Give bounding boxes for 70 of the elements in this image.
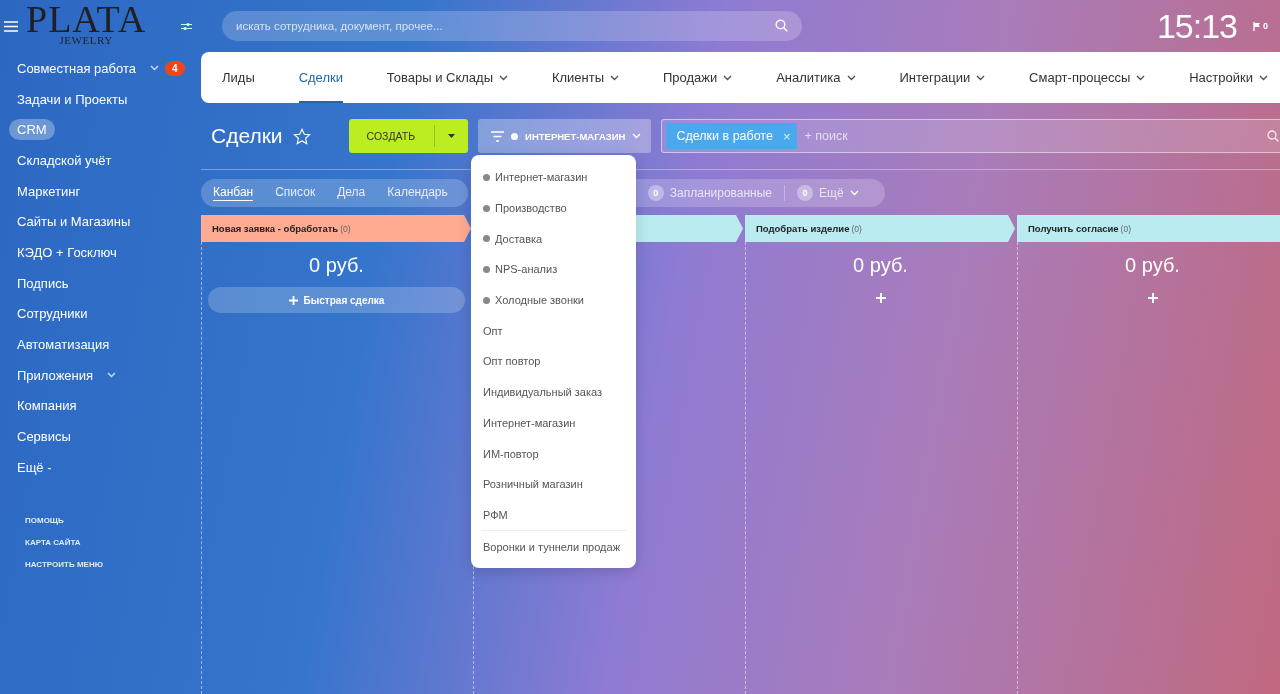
page-title: Сделки — [211, 124, 283, 148]
search-input[interactable]: + поиск — [802, 128, 1261, 144]
sidebar-item[interactable]: Сайты и Магазины — [9, 211, 139, 233]
menu-item[interactable]: Интернет-магазин — [471, 162, 636, 193]
sidebar-item[interactable]: КЭДО + Госключ — [9, 241, 125, 263]
menu-item[interactable]: Доставка — [471, 223, 636, 255]
stage-total: 0 руб. — [309, 254, 364, 277]
menu-item[interactable]: Опт — [471, 315, 636, 347]
caret-icon — [448, 134, 456, 138]
stage-total: 0 руб. — [1125, 254, 1180, 277]
nav-tab[interactable]: Товары и Склады — [386, 52, 509, 103]
sidebar-item[interactable]: CRM — [9, 119, 55, 141]
menu-item[interactable]: NPS-анализ — [471, 254, 636, 285]
nav-tab[interactable]: Смарт-процессы — [1029, 52, 1146, 103]
notifications-button[interactable]: 0 — [1253, 21, 1268, 31]
footer-link[interactable]: ПОМОЩЬ — [25, 515, 200, 525]
footer-link[interactable]: НАСТРОИТЬ МЕНЮ — [25, 559, 200, 569]
menu-item[interactable]: Интернет-магазин — [471, 407, 636, 439]
menu-item[interactable]: Розничный магазин — [471, 468, 636, 500]
dot-icon — [511, 132, 519, 140]
chevron-icon — [632, 133, 642, 139]
sidebar-item[interactable]: Компания — [9, 395, 85, 417]
nav-tab[interactable]: Клиенты — [551, 52, 620, 103]
plus-icon — [288, 295, 298, 305]
plus-icon[interactable] — [1147, 293, 1158, 303]
menu-item[interactable]: Воронки и туннели продаж — [471, 531, 636, 562]
clock: 15:13 — [1156, 6, 1237, 46]
filter-icon — [491, 130, 505, 142]
create-button[interactable]: СОЗДАТЬ — [348, 119, 469, 153]
sliders-icon[interactable] — [181, 21, 192, 31]
plus-icon[interactable] — [875, 293, 886, 303]
view-tab[interactable]: Список — [275, 185, 316, 201]
menu-item[interactable]: Холодные звонки — [471, 284, 636, 316]
footer-link[interactable]: КАРТА САЙТА — [25, 537, 200, 547]
sidebar-item[interactable]: Задачи и Проекты — [9, 88, 136, 110]
search-icon — [1267, 130, 1279, 142]
flag-icon — [1253, 21, 1260, 31]
menu-icon[interactable] — [4, 20, 18, 32]
sidebar-item[interactable]: Совместная работа — [9, 57, 144, 79]
sidebar-item[interactable]: Ещё - — [9, 456, 60, 478]
sidebar-item[interactable]: Приложения — [9, 364, 102, 386]
menu-item[interactable]: РФМ — [471, 499, 636, 531]
view-tab[interactable]: Дела — [337, 185, 366, 201]
menu-item[interactable]: Производство — [471, 192, 636, 224]
nav-tab[interactable]: Продажи — [663, 52, 733, 103]
stage-total: 0 руб. — [853, 254, 908, 277]
nav-tab[interactable]: Настройки — [1189, 52, 1268, 103]
sidebar-item[interactable]: Складской учёт — [9, 149, 120, 171]
menu-item[interactable]: Индивидуальный заказ — [471, 376, 636, 408]
search-icon — [775, 19, 788, 32]
view-tab[interactable]: Канбан — [213, 185, 254, 201]
logo: PLATA JEWELRY — [26, 6, 147, 46]
sidebar-item[interactable]: Автоматизация — [9, 334, 118, 356]
stage-header[interactable]: Получить согласие (0) — [1017, 215, 1280, 242]
sidebar-item[interactable]: Подпись — [9, 272, 77, 294]
view-tab[interactable]: Календарь — [387, 185, 448, 201]
menu-item[interactable]: Опт повтор — [471, 346, 636, 377]
sidebar-item[interactable]: Сервисы — [9, 426, 79, 448]
quick-deal-button[interactable]: Быстрая сделка — [208, 287, 465, 313]
nav-tab[interactable]: Аналитика — [776, 52, 856, 103]
stage-header[interactable]: Подобрать изделие (0) — [745, 215, 1015, 242]
sidebar-item[interactable]: Маркетинг — [9, 180, 89, 202]
nav-tab[interactable]: Лиды — [222, 52, 255, 103]
count-badge: 4 — [164, 60, 185, 76]
star-icon[interactable] — [292, 127, 311, 145]
nav-tab[interactable]: Интеграции — [899, 52, 986, 103]
stage-header[interactable]: Новая заявка - обработать (0) — [201, 215, 471, 242]
sidebar-item[interactable]: Сотрудники — [9, 303, 96, 325]
menu-item[interactable]: ИМ-повтор — [471, 438, 636, 469]
nav-tab[interactable]: Сделки — [298, 52, 343, 103]
